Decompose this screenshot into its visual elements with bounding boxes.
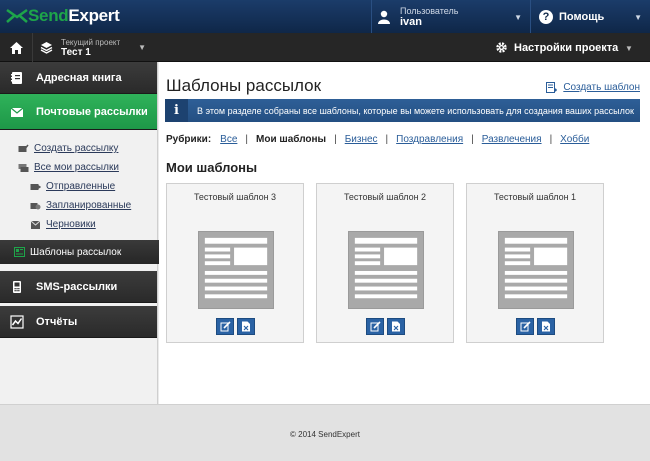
categories: Рубрики: Все | Мои шаблоны | Бизнес | По… — [166, 134, 590, 145]
template-title: Тестовый шаблон 1 — [493, 192, 577, 202]
document-icon — [392, 321, 400, 332]
address-book-icon — [11, 71, 22, 84]
info-text: В этом разделе собраны все шаблоны, кото… — [197, 105, 634, 116]
template-title: Тестовый шаблон 2 — [343, 192, 427, 202]
template-preview-icon — [498, 231, 574, 309]
section-title: Мои шаблоны — [166, 160, 258, 175]
chevron-down-icon: ▼ — [625, 44, 633, 53]
sidebar-item-create-mailing[interactable]: Создать рассылку — [0, 139, 157, 158]
sidebar-item-mailings[interactable]: Почтовые рассылки — [0, 94, 157, 130]
main-content: Шаблоны рассылок Создать шаблон i В этом… — [159, 62, 650, 404]
sidebar-item-templates[interactable]: Шаблоны рассылок — [0, 240, 172, 264]
template-title: Тестовый шаблон 3 — [193, 192, 277, 202]
create-template-link[interactable]: Создать шаблон — [546, 82, 640, 93]
footer: © 2014 SendExpert — [0, 404, 650, 461]
category-all[interactable]: Все — [220, 134, 237, 145]
envelope-icon — [10, 107, 24, 117]
sidebar-item-scheduled[interactable]: Запланированные — [0, 196, 157, 215]
page-title: Шаблоны рассылок — [166, 76, 322, 95]
project-selector[interactable]: Текущий проект Тест 1 ▼ — [40, 33, 146, 62]
categories-label: Рубрики: — [166, 134, 212, 145]
chevron-down-icon: ▼ — [514, 13, 522, 22]
top-bar: SendExpert Пользователь ivan ▼ ? Помощь … — [0, 0, 650, 33]
sidebar-item-label: Отчёты — [36, 315, 78, 328]
document-icon — [242, 321, 250, 332]
mail-clock-icon — [30, 202, 41, 209]
sidebar-item-drafts[interactable]: Черновики — [0, 215, 157, 234]
chevron-down-icon: ▼ — [138, 43, 147, 52]
chart-line-icon — [10, 314, 24, 329]
layers-icon — [40, 42, 53, 54]
info-banner: i В этом разделе собраны все шаблоны, ко… — [165, 99, 640, 122]
logo-text: SendExpert — [28, 6, 120, 25]
user-name: ivan — [400, 15, 423, 28]
category-entertainment[interactable]: Развлечения — [482, 134, 542, 145]
mail-sent-icon — [30, 183, 41, 190]
settings-label: Настройки проекта — [514, 41, 619, 54]
edit-icon — [220, 321, 231, 332]
user-icon — [378, 10, 390, 24]
envelope-logo-icon — [6, 8, 28, 23]
sidebar-item-sms[interactable]: SMS-рассылки — [0, 271, 157, 303]
sidebar-item-reports[interactable]: Отчёты — [0, 306, 157, 338]
category-hobby[interactable]: Хобби — [560, 134, 589, 145]
help-label: Помощь — [559, 10, 605, 23]
copyright: © 2014 SendExpert — [290, 430, 360, 439]
project-label: Текущий проект — [61, 37, 121, 47]
edit-icon — [370, 321, 381, 332]
user-label: Пользователь — [400, 5, 459, 16]
document-icon — [542, 321, 550, 332]
template-card[interactable]: Тестовый шаблон 3 — [166, 183, 304, 343]
home-icon — [9, 41, 23, 54]
category-greetings[interactable]: Поздравления — [396, 134, 463, 145]
project-settings-menu[interactable]: Настройки проекта ▼ — [495, 33, 633, 62]
edit-icon — [520, 321, 531, 332]
project-name: Тест 1 — [61, 46, 91, 58]
edit-template-button[interactable] — [216, 318, 234, 335]
project-bar: Текущий проект Тест 1 ▼ Настройки проект… — [0, 33, 650, 62]
template-add-icon — [546, 82, 558, 93]
sidebar-item-label: SMS-рассылки — [36, 280, 118, 293]
question-icon: ? — [539, 9, 553, 24]
category-my-templates[interactable]: Мои шаблоны — [256, 134, 326, 145]
home-button[interactable] — [0, 33, 33, 62]
sidebar-item-sent[interactable]: Отправленные — [0, 177, 157, 196]
logo[interactable]: SendExpert — [6, 6, 120, 26]
mail-edit-icon — [18, 144, 29, 152]
template-preview-icon — [198, 231, 274, 309]
phone-icon — [13, 280, 21, 293]
template-icon — [14, 247, 25, 257]
edit-template-button[interactable] — [516, 318, 534, 335]
mail-stack-icon — [18, 163, 29, 172]
use-template-button[interactable] — [537, 318, 555, 335]
sidebar-item-label: Адресная книга — [36, 71, 122, 84]
info-icon: i — [165, 99, 188, 122]
sidebar-item-address-book[interactable]: Адресная книга — [0, 62, 157, 94]
help-menu[interactable]: ? Помощь ▼ — [531, 0, 650, 33]
user-menu[interactable]: Пользователь ivan ▼ — [372, 0, 530, 33]
sidebar: Адресная книга Почтовые рассылки Создать… — [0, 62, 172, 404]
chevron-down-icon: ▼ — [634, 13, 642, 22]
sidebar-item-label: Почтовые рассылки — [36, 105, 148, 118]
template-card[interactable]: Тестовый шаблон 2 — [316, 183, 454, 343]
draft-icon — [30, 220, 41, 229]
use-template-button[interactable] — [387, 318, 405, 335]
gear-icon — [496, 42, 507, 53]
template-preview-icon — [348, 231, 424, 309]
sidebar-item-all-mailings[interactable]: Все мои рассылки — [0, 158, 157, 177]
use-template-button[interactable] — [237, 318, 255, 335]
category-business[interactable]: Бизнес — [345, 134, 378, 145]
edit-template-button[interactable] — [366, 318, 384, 335]
template-card[interactable]: Тестовый шаблон 1 — [466, 183, 604, 343]
